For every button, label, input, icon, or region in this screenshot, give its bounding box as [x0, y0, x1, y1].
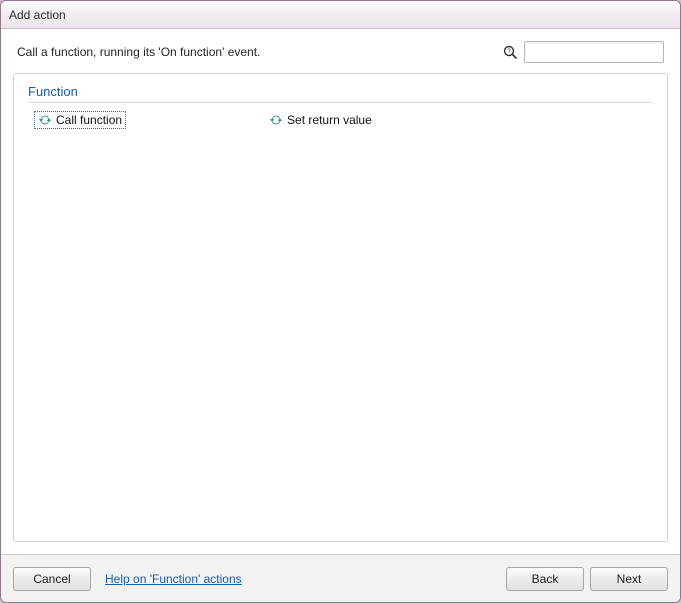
back-button[interactable]: Back	[506, 567, 584, 591]
actions-grid: Call function Set return value	[28, 111, 653, 129]
footer-left: Cancel Help on 'Function' actions	[13, 567, 242, 591]
action-description: Call a function, running its 'On functio…	[17, 45, 260, 59]
group-header: Function	[28, 84, 653, 103]
footer-right: Back Next	[506, 567, 668, 591]
action-call-function[interactable]: Call function	[34, 111, 126, 129]
dialog-window: Add action Call a function, running its …	[0, 0, 681, 603]
cancel-button[interactable]: Cancel	[13, 567, 91, 591]
search-input[interactable]	[524, 41, 664, 63]
next-button[interactable]: Next	[590, 567, 668, 591]
footer: Cancel Help on 'Function' actions Back N…	[1, 554, 680, 602]
window-title: Add action	[9, 8, 66, 22]
titlebar[interactable]: Add action	[1, 1, 680, 29]
action-label: Call function	[56, 113, 122, 127]
action-set-return-value[interactable]: Set return value	[266, 111, 375, 129]
refresh-icon	[269, 113, 283, 127]
search-wrap: ?	[502, 41, 664, 63]
content-area: Call a function, running its 'On functio…	[1, 29, 680, 554]
refresh-icon	[38, 113, 52, 127]
help-link[interactable]: Help on 'Function' actions	[105, 572, 242, 586]
search-icon: ?	[502, 44, 518, 60]
action-label: Set return value	[287, 113, 372, 127]
actions-panel: Function Call function	[13, 73, 668, 542]
description-row: Call a function, running its 'On functio…	[13, 41, 668, 63]
svg-text:?: ?	[507, 49, 511, 55]
